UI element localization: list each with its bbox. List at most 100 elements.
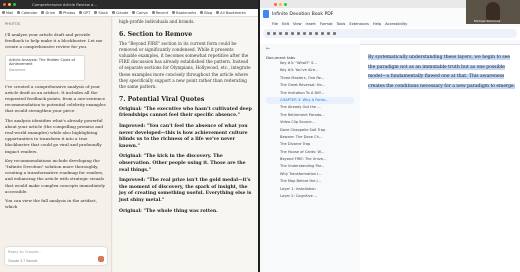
bookmark-item[interactable]: Bookmarks [172,11,196,15]
maximize-window-icon[interactable] [284,2,287,6]
bookmark-icon [94,11,98,14]
outline-item[interactable]: The Map Before the J... [266,178,354,185]
reply-input[interactable]: Reply to Claude... Claude 3.7 Sonnet [4,246,108,266]
reply-placeholder: Reply to Claude... [8,249,42,254]
all-bookmarks[interactable]: All Bookmarks [216,11,246,15]
bookmark-item[interactable]: Blog [200,11,212,15]
bookmark-icon [200,11,204,14]
spellcheck-icon[interactable] [285,32,288,35]
document-outline: ← Document tabs Key #3: "What?" S... Key… [260,44,360,272]
outline-item[interactable]: The Already Got the ... [266,104,354,111]
document-body[interactable]: By systematically understanding these la… [368,53,518,91]
bookmark-icon [59,11,63,14]
assistant-message: You can view the full analysis in the ar… [5,198,98,210]
bookmark-icon [2,11,5,14]
folder-icon [216,11,220,14]
italic-icon[interactable] [315,32,318,35]
bookmark-item[interactable]: Mail [2,11,13,15]
align-icon[interactable] [333,32,336,35]
print-icon[interactable] [279,32,282,35]
font-icon[interactable] [303,32,306,35]
minimize-window-icon[interactable] [8,3,11,6]
video-call-overlay[interactable]: Michael Simmons [466,0,520,24]
model-selector[interactable]: Claude 3.7 Sonnet [8,259,37,263]
menu-tools[interactable]: Tools [337,22,346,26]
docs-logo-icon[interactable] [263,10,269,18]
left-browser-window: Comprehensive Article Review a... Mail C… [0,0,258,272]
outline-item[interactable]: The Invitation To A Diff... [266,90,354,97]
bookmark-item[interactable]: Drive [41,11,55,15]
quote-item: Original: "The whole thing was rotten. [119,208,218,214]
bookmark-item[interactable]: GPT [79,11,90,15]
outline-item[interactable]: Three Masters, One Re... [266,75,354,82]
bookmark-icon [111,11,115,14]
section-body: The "Beyond FIRE" section in its current… [119,41,251,89]
bookmark-icon [79,11,83,14]
menu-file[interactable]: File [272,22,278,26]
link-icon[interactable] [327,32,330,35]
quote-item: Original: "The executive who hasn't cult… [119,106,252,119]
outline-item[interactable]: Key #3: "What?" S... [266,60,354,67]
browser-tab[interactable]: Comprehensive Article Review a... [32,2,97,7]
assistant-message: Key recommendations include developing t… [5,157,105,194]
redo-icon[interactable] [273,32,276,35]
bookmark-item[interactable]: Canva [132,11,148,15]
outline-item[interactable]: Layer 1: Installation [266,186,354,193]
outline-item[interactable]: Beware: The Dave Ch... [266,134,354,141]
outline-item[interactable]: The Divorce Trap [266,141,354,148]
document-page[interactable]: By systematically understanding these la… [363,49,518,272]
menu-insert[interactable]: Insert [306,22,316,26]
outline-item[interactable]: Video Clip Source... [266,119,354,126]
assistant-message: The analysis identifies what's already p… [5,117,103,154]
outline-item[interactable]: Why Transformation I... [266,171,354,178]
outline-item-active[interactable]: CHAPTER 3: Why A Fanta... [266,96,354,105]
close-window-icon[interactable] [3,3,6,6]
outline-item[interactable]: Key #4: You've Alre... [266,67,354,74]
quote-item: Improved: "You can't feel the absence of… [119,124,248,149]
undo-icon[interactable] [267,32,270,35]
bookmark-icon [151,11,155,14]
bookmark-item[interactable]: Claude [111,11,128,15]
close-window-icon[interactable] [274,2,277,6]
quote-item: Original: "The kick in the discovery. Th… [119,154,246,173]
outline-item[interactable]: The House of Cards: W... [266,149,354,156]
bookmark-item[interactable]: Slack [94,11,108,15]
artifact-pane: high-profile individuals and brands. 6. … [113,17,258,272]
style-icon[interactable] [297,32,300,35]
bookmark-item[interactable]: Calendar [17,11,37,15]
menu-format[interactable]: Format [320,22,333,26]
assistant-message: I've created a comprehensive analysis of… [5,83,106,114]
zoom-icon[interactable] [291,32,294,35]
bookmark-item[interactable]: Photos [59,11,75,15]
doc-title[interactable]: Infinite Devotion Book PDF [272,12,333,17]
menu-help[interactable]: Help [373,22,381,26]
artifact-card[interactable]: Article Analysis: The Hidden Costs of Ac… [5,54,85,81]
bookmark-icon [172,11,176,14]
selected-text[interactable]: By systematically understanding these la… [368,55,516,89]
maximize-window-icon[interactable] [13,3,16,6]
menu-accessibility[interactable]: Accessibility [385,22,407,26]
back-arrow-icon[interactable]: ← [266,46,354,52]
artifact-card-type: Document [9,68,26,73]
participant-name: Michael Simmons [474,19,501,23]
outline-item[interactable]: The Retirement Parado... [266,112,354,119]
outline-item[interactable]: Beyond FIRE: The Unive... [266,156,354,163]
send-button[interactable] [98,256,104,262]
artifact-text: high-profile individuals and brands. [119,19,195,24]
artifact-card-title: Article Analysis: The Hidden Costs of Ac… [9,57,76,67]
bookmark-icon [41,11,45,14]
menu-extensions[interactable]: Extensions [349,22,369,26]
outline-item[interactable]: Layer 2: Cognitive ... [266,193,354,200]
underline-icon[interactable] [321,32,324,35]
outline-item[interactable]: The Understanding Par... [266,163,354,170]
menu-view[interactable]: View [293,22,302,26]
menu-edit[interactable]: Edit [282,22,289,26]
chat-pane: PHOTOS I'll analyze your article draft a… [0,17,112,272]
bookmark-item[interactable]: Recent [151,11,168,15]
outline-item[interactable]: The Great Reversal: Ho... [266,82,354,89]
minimize-window-icon[interactable] [279,2,282,6]
outline-item[interactable]: Dave Chappelle Salt Trap [266,127,354,134]
bold-icon[interactable] [309,32,312,35]
ruler[interactable] [360,40,520,45]
assistant-message: I'll analyze your article draft and prov… [5,32,103,50]
